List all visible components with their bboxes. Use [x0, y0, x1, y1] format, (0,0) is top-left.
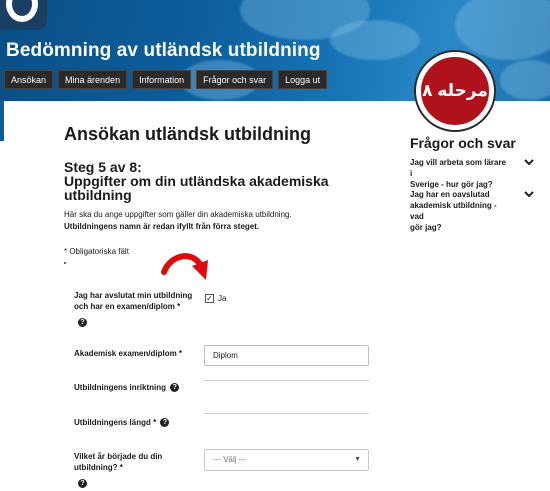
- nav-item-ansokan[interactable]: Ansökan: [4, 70, 54, 89]
- main-nav: Ansökan Mina ärenden Information Frågor …: [4, 70, 328, 89]
- step-title-line: utbildning: [64, 187, 132, 203]
- start-year-select[interactable]: --- Välj --- ▼: [204, 449, 369, 471]
- chevron-down-icon[interactable]: [524, 190, 534, 198]
- nav-item-fragor-och-svar[interactable]: Frågor och svar: [196, 70, 274, 89]
- length-label: Utbildningens längd * ?: [74, 417, 204, 428]
- step-title-line: Steg 5 av 8:: [64, 159, 142, 175]
- orientation-input[interactable]: [204, 380, 369, 381]
- orientation-label: Utbildningens inriktning ?: [74, 382, 204, 393]
- completed-label-line: och har en examen/diplom *: [74, 302, 181, 311]
- chevron-down-icon: ▼: [354, 456, 361, 463]
- start-year-label-line: Vilket år började du din: [74, 452, 163, 461]
- intro-line: Här ska du ange uppgifter som gäller din…: [64, 210, 292, 219]
- help-icon[interactable]: ?: [170, 383, 180, 393]
- completed-checkbox[interactable]: ✓: [205, 294, 214, 303]
- faq-item-line: akademisk utbildning - vad: [410, 201, 497, 221]
- start-year-label: Vilket år började du din utbildning? *: [74, 451, 196, 473]
- page-title: Ansökan utländsk utbildning: [64, 124, 311, 144]
- degree-label: Akademisk examen/diplom *: [74, 349, 183, 358]
- start-year-label-line: utbildning? *: [74, 463, 123, 472]
- intro-text: Här ska du ange uppgifter som gäller din…: [64, 209, 364, 233]
- completed-checkbox-label: Ja: [218, 294, 227, 303]
- faq-item-line: Jag vill arbeta som lärare i: [410, 158, 507, 178]
- intro-line-bold: Utbildningens namn är redan ifyllt från …: [64, 222, 260, 231]
- divider-dot: [64, 262, 66, 264]
- help-icon[interactable]: ?: [78, 318, 87, 327]
- length-label-text: Utbildningens längd *: [74, 418, 157, 427]
- help-icon[interactable]: ?: [160, 418, 170, 428]
- degree-input[interactable]: Diplom: [204, 345, 369, 366]
- faq-item-unfinished[interactable]: Jag har en oavslutad akademisk utbildnin…: [410, 189, 510, 233]
- red-arrow-icon: [161, 253, 208, 280]
- nav-item-mina-arenden[interactable]: Mina ärenden: [58, 70, 128, 89]
- faq-item-line: gör jag?: [410, 223, 442, 232]
- faq-item-teacher[interactable]: Jag vill arbeta som lärare i Sverige - h…: [410, 157, 510, 190]
- start-year-selected: --- Välj ---: [213, 455, 247, 464]
- help-icon[interactable]: ?: [78, 479, 87, 488]
- completed-label-line: Jag har avslutat min utbildning: [74, 291, 193, 300]
- length-input[interactable]: [204, 413, 369, 414]
- step-badge-text: مرحله ۸: [422, 81, 488, 100]
- step-title: Steg 5 av 8: Uppgifter om din utländska …: [64, 160, 364, 202]
- site-logo[interactable]: [0, 0, 47, 30]
- sidebar-title: Frågor och svar: [410, 135, 516, 151]
- nav-item-information[interactable]: Information: [132, 70, 192, 89]
- header-edge: [0, 101, 4, 141]
- faq-item-line: Jag har en oavslutad: [410, 190, 490, 199]
- chevron-down-icon[interactable]: [524, 158, 534, 166]
- orientation-label-text: Utbildningens inriktning: [74, 383, 166, 392]
- completed-label: Jag har avslutat min utbildning och har …: [74, 290, 196, 312]
- required-note: * Obligatoriska fält: [64, 247, 129, 256]
- nav-item-logga-ut[interactable]: Logga ut: [278, 70, 328, 89]
- step-badge: مرحله ۸: [416, 52, 494, 130]
- site-title: Bedömning av utländsk utbildning: [6, 40, 321, 61]
- step-title-line: Uppgifter om din utländska akademiska: [64, 173, 329, 189]
